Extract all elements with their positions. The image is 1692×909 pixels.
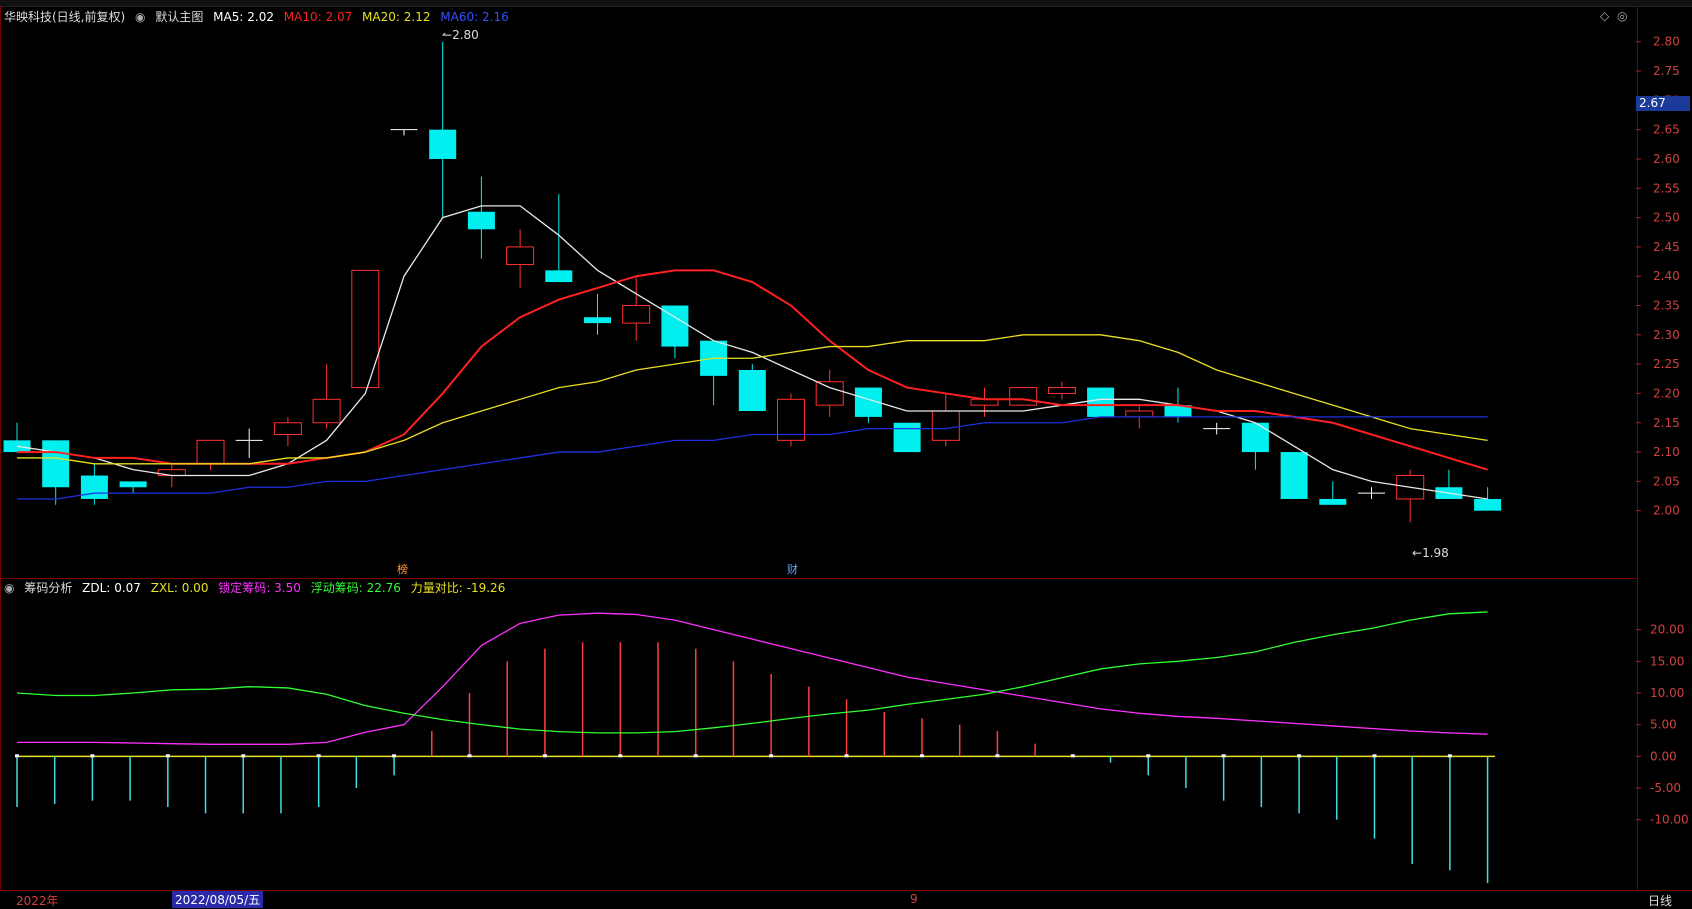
low-arrow-icon: ← bbox=[1412, 546, 1423, 560]
zdl-dot bbox=[1146, 754, 1151, 758]
candle-body bbox=[506, 246, 535, 265]
candle-body bbox=[1087, 387, 1115, 417]
zdl-dot bbox=[693, 754, 698, 758]
price-tick-label: 2.80 bbox=[1653, 35, 1680, 49]
candle-body bbox=[42, 440, 70, 488]
candlestick-chart bbox=[3, 41, 1502, 523]
cursor-date-label: 2022/08/05/五 bbox=[172, 891, 264, 908]
zdl-dot bbox=[392, 754, 397, 758]
zdl-dot bbox=[467, 754, 472, 758]
candle-body bbox=[1009, 387, 1038, 406]
price-tick-label: 2.65 bbox=[1653, 123, 1680, 137]
candle-body bbox=[467, 211, 495, 230]
zdl-dot bbox=[618, 754, 623, 758]
candle-body bbox=[931, 410, 960, 441]
candle-body bbox=[545, 270, 573, 283]
sub-tick-label: 15.00 bbox=[1650, 654, 1684, 668]
candle-body bbox=[1047, 387, 1076, 394]
price-tick-label: 2.35 bbox=[1653, 299, 1680, 313]
sub-tick-label: 0.00 bbox=[1650, 749, 1677, 763]
sub-tick-label: 20.00 bbox=[1650, 623, 1684, 637]
candle-body bbox=[738, 370, 766, 412]
chip-analysis-chart: 20.00 15.00 10.00 5.00 0.00 -5.00 -10.00 bbox=[15, 611, 1689, 883]
zdl-dot bbox=[241, 754, 246, 758]
price-tick-label: 2.15 bbox=[1653, 416, 1680, 430]
candle-body bbox=[893, 422, 921, 453]
price-tick-label: 2.75 bbox=[1653, 64, 1680, 78]
zdl-dot bbox=[769, 754, 774, 758]
zdl-dot bbox=[90, 754, 95, 758]
price-tick-label: 2.40 bbox=[1653, 269, 1680, 283]
price-tick-label: 2.20 bbox=[1653, 386, 1680, 400]
zdl-dot bbox=[165, 754, 170, 758]
candle-body bbox=[196, 439, 225, 465]
sub-tick-label: -5.00 bbox=[1650, 781, 1681, 795]
price-tick-label: 2.10 bbox=[1653, 445, 1680, 459]
period-button[interactable]: 日线 bbox=[1648, 892, 1672, 909]
sub-tick-label: 10.00 bbox=[1650, 686, 1684, 700]
high-arrow-icon: ↼ bbox=[442, 28, 453, 42]
zdl-dot bbox=[995, 754, 1000, 758]
high-mark-label: ↼2.80 bbox=[442, 28, 479, 42]
chip-line bbox=[17, 612, 1488, 745]
zdl-dot bbox=[1297, 754, 1302, 758]
chip-line bbox=[16, 611, 1488, 734]
candle-body bbox=[351, 269, 380, 389]
zdl-dot bbox=[1070, 754, 1075, 758]
event-tag-finance[interactable]: 财 bbox=[787, 561, 798, 577]
zdl-dot bbox=[316, 754, 321, 758]
event-tag-list[interactable]: 榜 bbox=[397, 561, 408, 577]
price-tick-label: 2.30 bbox=[1653, 328, 1680, 342]
candle-body bbox=[273, 422, 302, 435]
candle-body bbox=[1319, 498, 1347, 505]
candle-body bbox=[1125, 410, 1154, 418]
price-tick-label: 2.00 bbox=[1653, 504, 1680, 518]
candle-body bbox=[1474, 498, 1502, 511]
zdl-dot bbox=[1447, 754, 1452, 758]
price-tick-label: 2.05 bbox=[1653, 474, 1680, 488]
candle-body bbox=[312, 398, 341, 424]
price-axis-ticks: 2.802.752.702.652.602.552.502.452.402.35… bbox=[1636, 35, 1680, 518]
zdl-dot bbox=[15, 754, 19, 758]
low-mark-label: ←1.98 bbox=[1412, 546, 1449, 560]
zdl-dot bbox=[1372, 754, 1377, 758]
candle-body bbox=[429, 129, 457, 159]
candle-body bbox=[119, 481, 147, 488]
month-label: 9 bbox=[910, 892, 918, 906]
candle-body bbox=[1241, 422, 1269, 453]
price-axis: 2.802.752.702.652.602.552.502.452.402.35… bbox=[1636, 6, 1692, 578]
price-tick-label: 2.25 bbox=[1653, 357, 1680, 371]
candle-body bbox=[584, 317, 611, 324]
sub-tick-label: 5.00 bbox=[1650, 718, 1677, 732]
date-axis-bar: 2022年 2022/08/05/五 9 日线 bbox=[0, 890, 1692, 908]
zdl-dot bbox=[1221, 754, 1226, 758]
zdl-dot bbox=[844, 754, 849, 758]
zdl-dot bbox=[919, 754, 924, 758]
price-tick-label: 2.60 bbox=[1653, 152, 1680, 166]
candle-body bbox=[80, 475, 108, 499]
candle-body bbox=[1280, 452, 1308, 499]
candle-body bbox=[815, 381, 844, 406]
price-tick-label: 2.45 bbox=[1653, 240, 1680, 254]
zdl-dot bbox=[542, 754, 547, 758]
price-tick-label: 2.55 bbox=[1653, 181, 1680, 195]
current-price-tag: 2.67 bbox=[1636, 96, 1690, 111]
ma-line-ma5 bbox=[16, 205, 1488, 500]
candle-body bbox=[622, 305, 651, 324]
sub-tick-label: -10.00 bbox=[1650, 813, 1689, 827]
year-label: 2022年 bbox=[16, 894, 59, 908]
price-tick-label: 2.50 bbox=[1653, 211, 1680, 225]
